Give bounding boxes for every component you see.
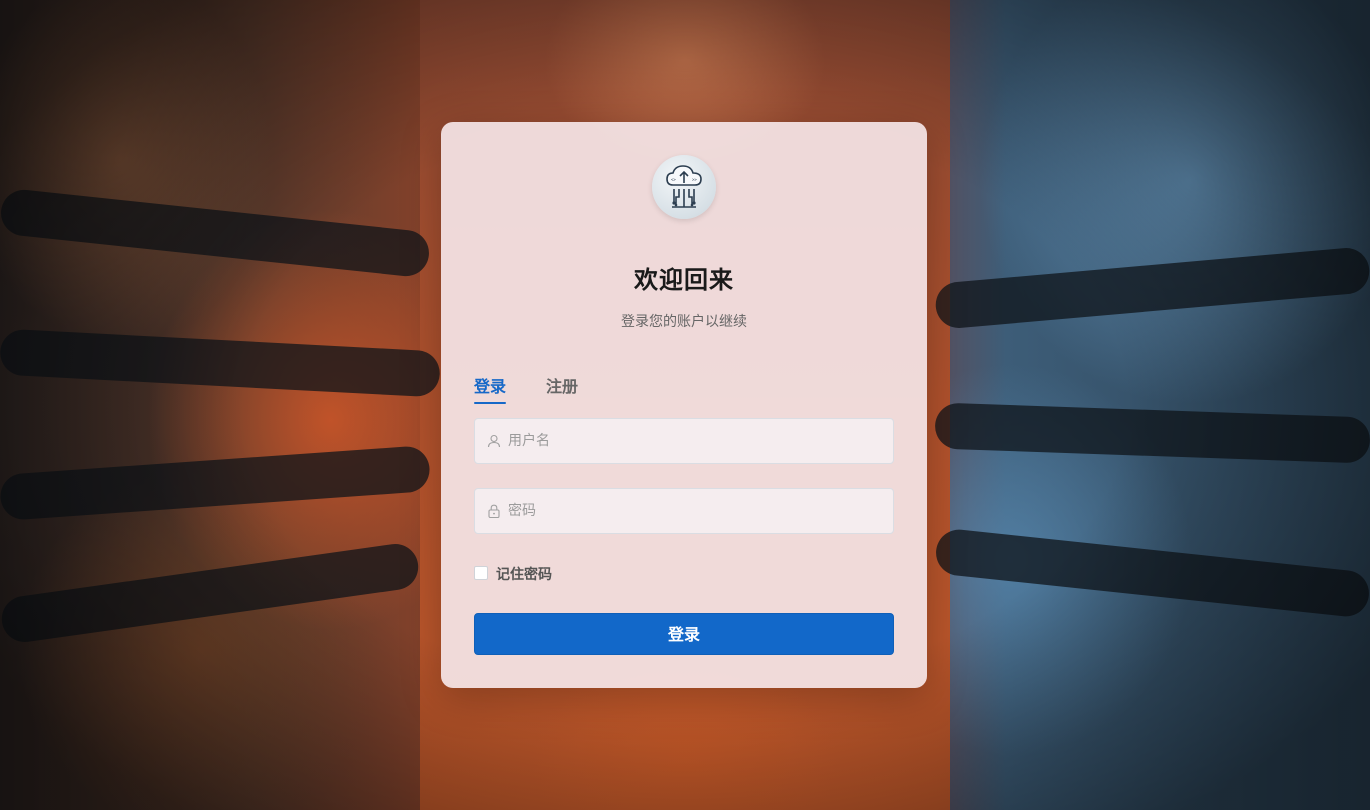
password-field[interactable] [474, 488, 894, 534]
tab-login[interactable]: 登录 [474, 373, 507, 404]
svg-text:>>: >> [692, 177, 697, 182]
page-subtitle: 登录您的账户以继续 [621, 314, 747, 330]
username-input[interactable] [508, 419, 884, 463]
username-field[interactable] [474, 418, 894, 464]
cloud-upload-circuit-icon: <> >> [652, 155, 716, 219]
login-card: <> >> 欢迎回来 登录您的账户以继续 登录 注册 用户名 记住密码 登录 [441, 122, 927, 688]
remember-password-label[interactable]: 记住密码 [496, 564, 552, 584]
active-tab-indicator [474, 402, 506, 404]
lock-icon [488, 504, 500, 518]
password-input[interactable] [508, 489, 884, 533]
svg-text:<>: <> [671, 177, 676, 182]
tab-register[interactable]: 注册 [546, 373, 578, 397]
remember-password-checkbox[interactable] [474, 566, 488, 580]
user-icon [487, 434, 501, 448]
tab-login-label: 登录 [474, 377, 507, 396]
login-button[interactable]: 登录 [474, 613, 894, 655]
page-title: 欢迎回来 [634, 266, 734, 294]
tab-register-label: 注册 [546, 377, 579, 396]
